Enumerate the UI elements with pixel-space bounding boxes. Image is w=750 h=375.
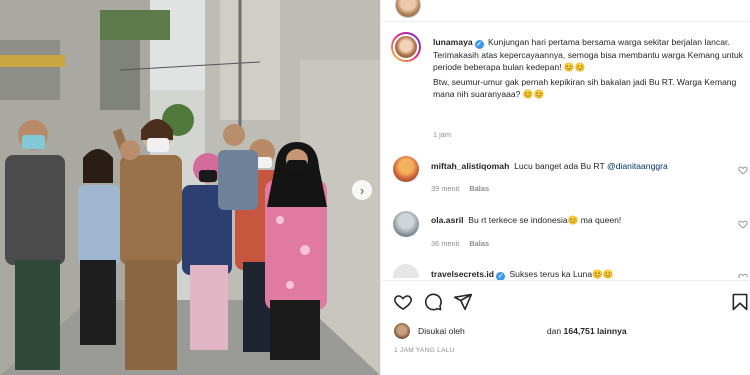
caption-avatar[interactable] (391, 32, 421, 62)
comment-username[interactable]: miftah_alistiqomah (431, 161, 509, 171)
likes-connector: dan (546, 326, 562, 336)
like-heart-icon[interactable] (393, 292, 413, 312)
comment-like-heart-icon[interactable] (738, 219, 748, 229)
comment-text: Bu rt terkece se indonesia😊 ma queen! (468, 215, 622, 225)
header-avatar[interactable] (395, 0, 421, 18)
verified-badge-icon: ✓ (474, 40, 484, 49)
likes-summary[interactable]: Disukai oleh dan 164,751 lainnya (418, 326, 627, 336)
comment-username[interactable]: travelsecrets.id (431, 269, 494, 279)
comment-time[interactable]: 39 menit (431, 184, 459, 193)
next-photo-button[interactable]: › (352, 180, 372, 200)
photo-illustration (0, 0, 380, 375)
comment-avatar[interactable] (393, 156, 419, 182)
comment-like-heart-icon[interactable] (738, 272, 748, 278)
caption-time[interactable]: 1 jam (433, 130, 451, 139)
comment-avatar[interactable] (393, 211, 419, 237)
caption-paragraph-2: Btw, seumur-umur gak pernah kepikiran si… (433, 76, 737, 99)
post-caption: lunamaya ✓ Kunjungan hari pertama bersama… (433, 36, 745, 102)
instagram-post-view: › lunamaya ✓ Kunjungan hari pertama bersa… (0, 0, 750, 375)
reply-button[interactable]: Balas (469, 239, 489, 248)
likes-suffix[interactable]: lainnya (597, 326, 627, 336)
actions-divider (381, 280, 750, 281)
comments-panel: lunamaya ✓ Kunjungan hari pertama bersama… (380, 0, 750, 375)
liker-avatar[interactable] (394, 323, 410, 339)
share-icon[interactable] (453, 292, 473, 312)
comment-username[interactable]: ola.asril (431, 215, 463, 225)
likes-count[interactable]: 164,751 (564, 326, 595, 336)
bookmark-icon[interactable] (730, 292, 750, 312)
caption-username[interactable]: lunamaya (433, 37, 473, 47)
header-divider (381, 21, 750, 22)
comment-text: Lucu banget ada Bu RT (514, 161, 605, 171)
reply-button[interactable]: Balas (469, 184, 489, 193)
comment-avatar[interactable] (393, 264, 419, 278)
comment-meta: 36 menit Balas (431, 239, 489, 248)
comment-meta: 39 menit Balas (431, 184, 489, 193)
chevron-right-icon: › (359, 182, 365, 198)
comment-like-heart-icon[interactable] (738, 165, 748, 175)
comment-body: ola.asril Bu rt terkece se indonesia😊 ma… (431, 214, 731, 226)
post-photo[interactable]: › (0, 0, 380, 375)
comment-mention[interactable]: @dianitaanggra (607, 161, 668, 171)
comment-text: Sukses terus ka Luna😊😊 (509, 269, 614, 279)
comment-time[interactable]: 36 menit (431, 239, 459, 248)
post-timestamp[interactable]: 1 JAM YANG LALU (394, 347, 455, 354)
likes-prefix: Disukai oleh (418, 326, 465, 336)
comment-body: miftah_alistiqomah Lucu banget ada Bu RT… (431, 160, 731, 172)
comment-icon[interactable] (423, 292, 443, 312)
